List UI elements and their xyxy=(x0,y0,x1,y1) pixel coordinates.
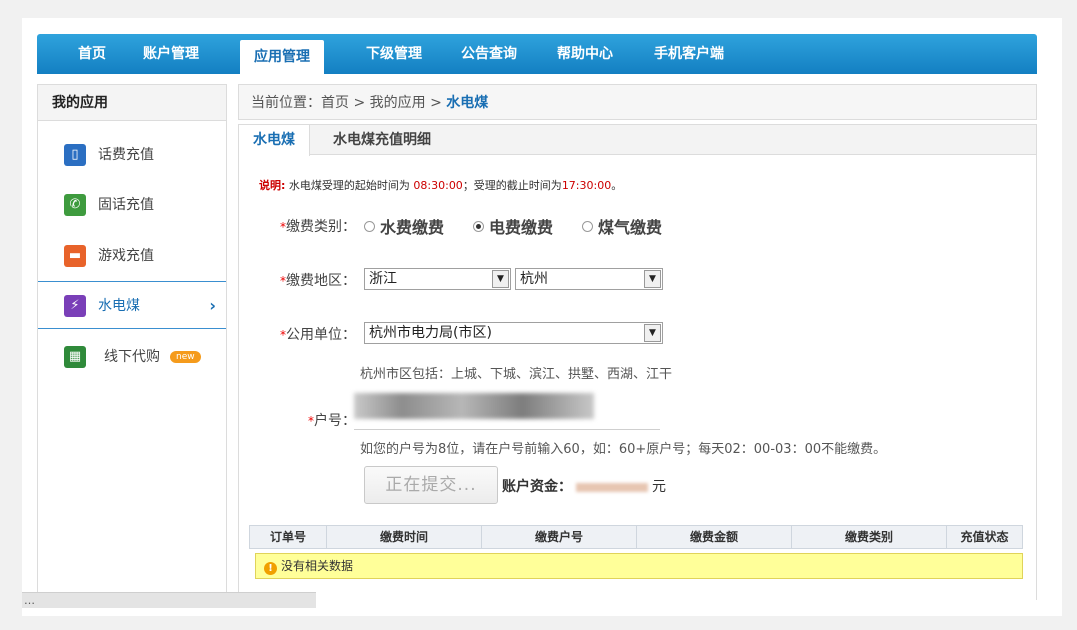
col-amount: 缴费金额 xyxy=(637,526,792,548)
utility-icon: ⚡ xyxy=(64,295,86,317)
sidebar-item-label: 话费充值 xyxy=(98,147,154,163)
radio-water[interactable]: 水费缴费 xyxy=(364,214,444,238)
service-hours-note: 说明: 水电煤受理的起始时间为 08:30:00；受理的截止时间为17:30:0… xyxy=(259,179,623,192)
nav-account[interactable]: 账户管理 xyxy=(143,34,199,74)
sidebar-item-label: 游戏充值 xyxy=(98,248,154,264)
tab-utilities-history[interactable]: 水电煤充值明细 xyxy=(319,125,445,155)
col-order-no: 订单号 xyxy=(250,526,327,548)
account-input-underline xyxy=(354,429,660,430)
nav-announcements[interactable]: 公告查询 xyxy=(461,34,517,74)
payment-type-label: *缴费类别： xyxy=(280,219,356,235)
chevron-right-icon: › xyxy=(209,296,216,315)
tab-utilities[interactable]: 水电煤 xyxy=(239,125,310,156)
sidebar-item-label: 线下代购 new xyxy=(104,333,201,381)
orders-table: 订单号 缴费时间 缴费户号 缴费金额 缴费类别 充值状态 ! 没有相关数据 xyxy=(249,525,1023,579)
nav-help[interactable]: 帮助中心 xyxy=(557,34,613,74)
phone-icon: ▯ xyxy=(64,144,86,166)
cart-icon: ▦ xyxy=(64,346,86,368)
radio-gas[interactable]: 煤气缴费 xyxy=(582,214,662,238)
sidebar-item-utilities[interactable]: ⚡ 水电煤 › xyxy=(38,281,226,329)
city-select[interactable]: 杭州 ▼ xyxy=(515,268,663,290)
col-status: 充值状态 xyxy=(960,530,1009,544)
gamepad-icon: ▬ xyxy=(64,245,86,267)
sidebar-item-game-topup[interactable]: ▬ 游戏充值 xyxy=(38,232,226,280)
radio-circle xyxy=(582,221,593,232)
col-type: 缴费类别 xyxy=(792,526,947,548)
breadcrumb: 当前位置：首页 > 我的应用 > 水电煤 xyxy=(238,84,1037,120)
tab-bar: 水电煤 水电煤充值明细 xyxy=(239,125,1036,156)
funds-value-masked xyxy=(576,482,648,492)
chevron-down-icon: ▼ xyxy=(492,270,509,288)
utility-company-label: *公用单位： xyxy=(280,327,356,343)
region-label: *缴费地区： xyxy=(280,273,356,289)
sidebar: 我的应用 ▯ 话费充值 ✆ 固话充值 ▬ 游戏充值 ⚡ 水电煤 › ▦ 线下代购… xyxy=(37,84,227,592)
breadcrumb-path: 当前位置：首页 > 我的应用 > xyxy=(251,95,447,111)
chevron-down-icon: ▼ xyxy=(644,270,661,288)
nav-subordinate[interactable]: 下级管理 xyxy=(366,34,422,74)
sidebar-item-label: 水电煤 xyxy=(98,298,140,314)
sidebar-title: 我的应用 xyxy=(38,85,226,121)
telephone-icon: ✆ xyxy=(64,194,86,216)
radio-circle xyxy=(364,221,375,232)
sidebar-item-landline-topup[interactable]: ✆ 固话充值 xyxy=(38,181,226,229)
new-badge: new xyxy=(170,351,201,363)
utility-coverage-hint: 杭州市区包括：上城、下城、滨江、拱墅、西湖、江干 xyxy=(360,367,673,382)
breadcrumb-current: 水电煤 xyxy=(446,95,489,111)
sidebar-item-label: 固话充值 xyxy=(98,197,154,213)
account-number-input[interactable] xyxy=(354,393,594,419)
account-funds: 账户资金：元 xyxy=(502,479,666,495)
chevron-down-icon: ▼ xyxy=(644,324,661,342)
account-number-hint: 如您的户号为8位，请在户号前输入60，如：60+原户号；每天02：00-03：0… xyxy=(360,442,887,457)
utility-company-select[interactable]: 杭州市电力局(市区) ▼ xyxy=(364,322,663,344)
warning-icon: ! xyxy=(264,562,277,575)
submit-button[interactable]: 正在提交... xyxy=(364,466,498,504)
nav-apps[interactable]: 应用管理 xyxy=(240,40,324,74)
col-pay-time: 缴费时间 xyxy=(327,526,482,548)
nav-home[interactable]: 首页 xyxy=(78,34,106,74)
empty-state: ! 没有相关数据 xyxy=(255,553,1023,579)
account-number-label: *户号： xyxy=(308,413,356,429)
top-nav: 首页 账户管理 应用管理 下级管理 公告查询 帮助中心 手机客户端 xyxy=(37,34,1037,74)
browser-status-bar: … xyxy=(22,592,316,608)
radio-circle-selected xyxy=(473,221,484,232)
nav-mobile[interactable]: 手机客户端 xyxy=(654,34,724,74)
sidebar-item-phone-topup[interactable]: ▯ 话费充值 xyxy=(38,131,226,179)
province-select[interactable]: 浙江 ▼ xyxy=(364,268,511,290)
sidebar-item-offline-purchase[interactable]: ▦ 线下代购 new xyxy=(38,333,226,381)
radio-electricity[interactable]: 电费缴费 xyxy=(473,214,553,238)
col-account: 缴费户号 xyxy=(482,526,637,548)
table-header: 订单号 缴费时间 缴费户号 缴费金额 缴费类别 充值状态 xyxy=(249,525,1023,549)
